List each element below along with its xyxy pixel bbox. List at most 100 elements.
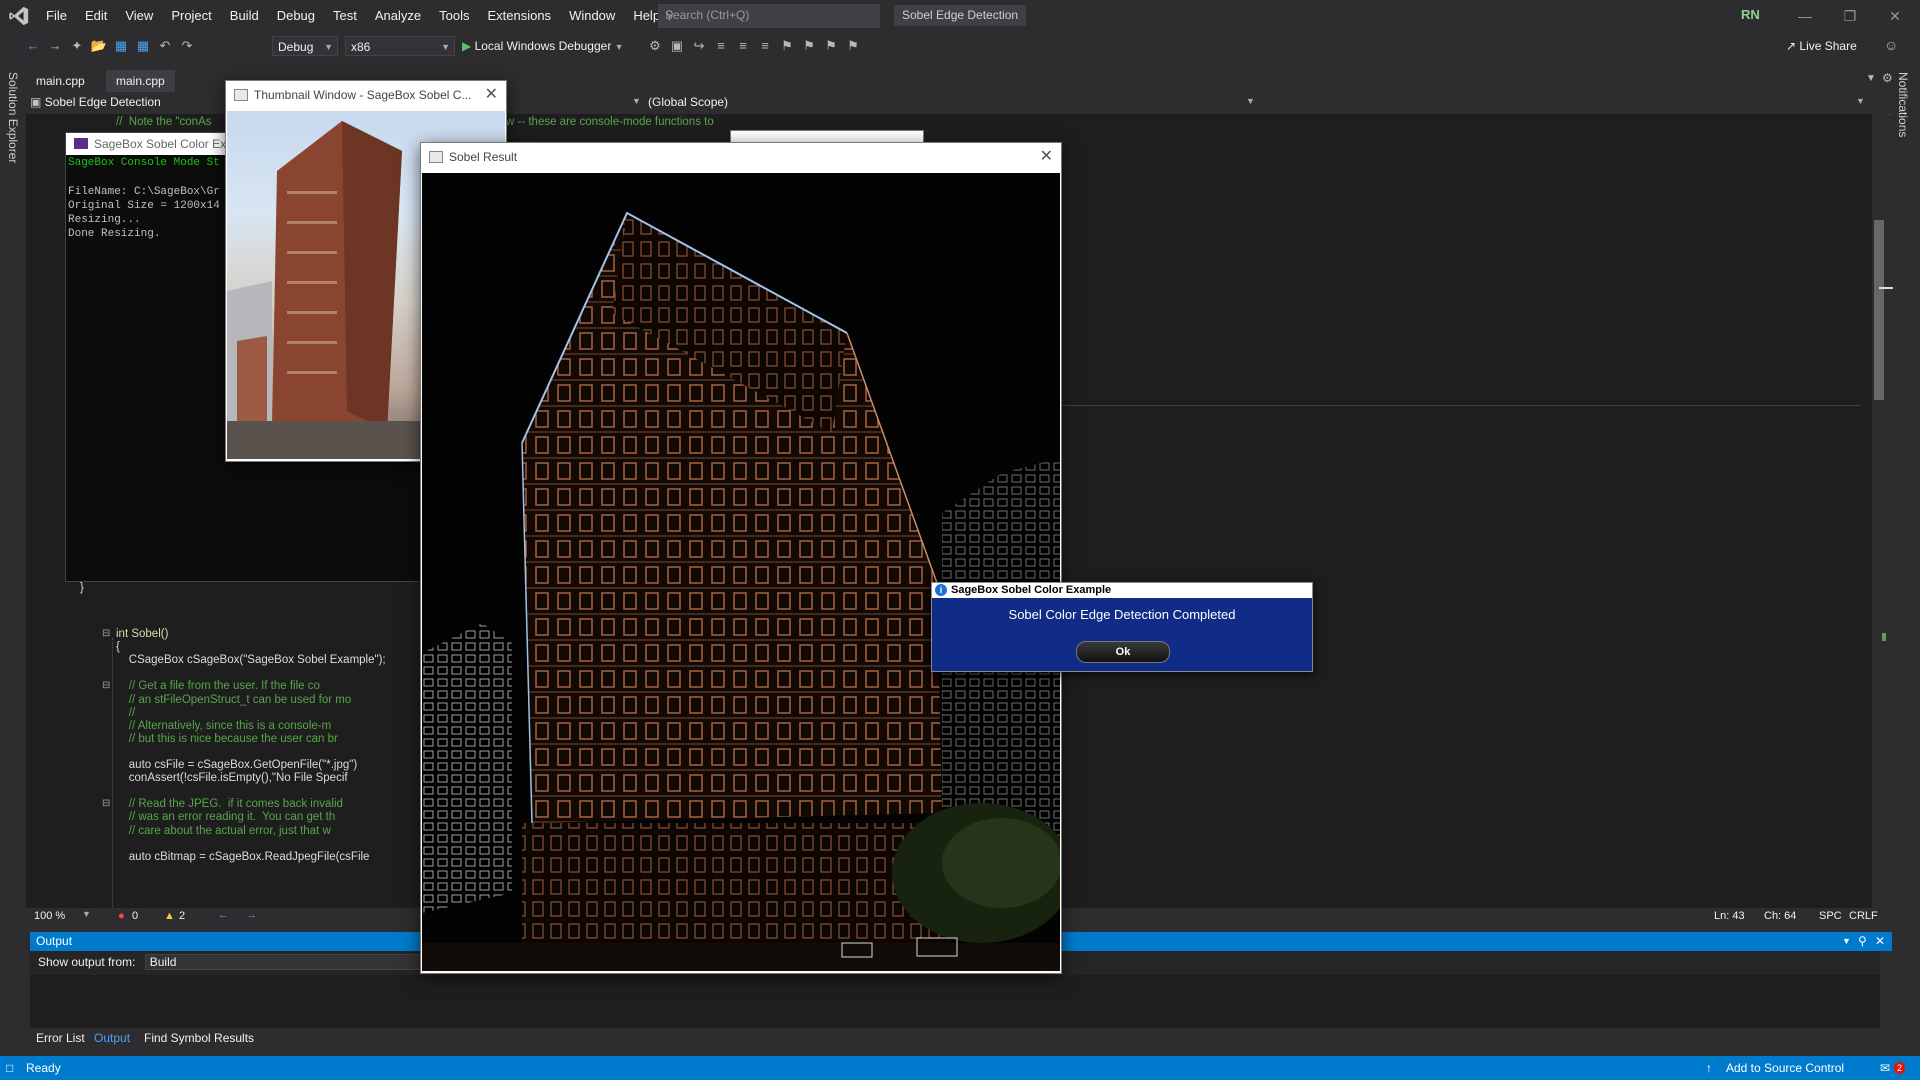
search-input[interactable]: Search (Ctrl+Q) ⚲	[658, 4, 880, 28]
screenshot-icon[interactable]: ▣	[668, 37, 686, 55]
close-icon[interactable]: ✕	[1040, 143, 1053, 171]
configuration-select[interactable]: Debug ▼	[272, 36, 338, 56]
restore-icon[interactable]: ❐	[1830, 4, 1870, 28]
start-debugging-button[interactable]: ▶ Local Windows Debugger ▼	[462, 36, 624, 56]
feedback-icon[interactable]: ☺	[1884, 37, 1898, 53]
completion-dialog[interactable]: i SageBox Sobel Color Example Sobel Colo…	[931, 582, 1313, 672]
menu-test[interactable]: Test	[324, 0, 366, 31]
fold-icon[interactable]: ⊟	[102, 798, 110, 809]
save-icon[interactable]: ▦	[112, 37, 130, 55]
line-number: Ln: 43	[1714, 910, 1745, 922]
platform-select[interactable]: x86 ▼	[345, 36, 455, 56]
search-icon[interactable]: ⚲	[665, 8, 873, 22]
settings-icon[interactable]: ⚙	[1882, 71, 1893, 85]
tab-error-list[interactable]: Error List	[36, 1031, 85, 1045]
project-dropdown[interactable]: ▣ Sobel Edge Detection	[30, 95, 161, 109]
indent-mode[interactable]: SPC	[1819, 910, 1842, 922]
menu-tools[interactable]: Tools	[430, 0, 478, 31]
warning-icon: ▲	[164, 910, 175, 922]
solution-explorer-tab[interactable]: Solution Explorer	[6, 72, 20, 163]
new-project-icon[interactable]: ✦	[68, 37, 86, 55]
fold-icon[interactable]: ⊟	[102, 628, 110, 639]
window-icon	[429, 151, 443, 163]
play-icon: ▶	[462, 39, 472, 53]
indent-icon[interactable]: ≡	[712, 37, 730, 55]
notifications-tab[interactable]: Notifications	[1896, 72, 1910, 137]
menu-view[interactable]: View	[116, 0, 162, 31]
fold-icon[interactable]: ⊟	[102, 680, 110, 691]
close-icon[interactable]: ✕	[485, 81, 498, 109]
code-line: {	[116, 641, 120, 654]
scrollbar-thumb[interactable]	[1874, 220, 1884, 400]
share-icon: ↗	[1786, 39, 1797, 53]
output-text[interactable]	[30, 975, 1880, 1031]
window-icon	[234, 89, 248, 101]
tab-list-icon[interactable]: ▼	[1866, 73, 1876, 84]
add-to-source-control-button[interactable]: Add to Source Control	[1726, 1056, 1844, 1080]
redo-icon[interactable]: ↷	[178, 37, 196, 55]
menu-extensions[interactable]: Extensions	[478, 0, 560, 31]
notification-bell-icon[interactable]: ✉	[1880, 1056, 1890, 1080]
menu-window[interactable]: Window	[560, 0, 624, 31]
panel-menu-icon[interactable]: ▼	[1842, 932, 1851, 951]
attach-icon[interactable]: ⚙	[646, 37, 664, 55]
left-tool-rail	[0, 61, 26, 1056]
step-icon[interactable]: ↪	[690, 37, 708, 55]
live-share-button[interactable]: ↗ Live Share	[1786, 39, 1857, 53]
ok-button[interactable]: Ok	[1076, 641, 1170, 663]
error-icon: ●	[118, 910, 125, 922]
sobel-edge-graphic	[422, 173, 1060, 971]
previous-issue-icon[interactable]: ←	[218, 909, 229, 921]
sobel-title-bar[interactable]: Sobel Result ✕	[421, 143, 1061, 171]
back-icon[interactable]: ←	[24, 37, 42, 55]
line-endings[interactable]: CRLF	[1849, 910, 1878, 922]
change-marker	[1882, 633, 1886, 641]
next-issue-icon[interactable]: →	[246, 909, 257, 921]
menu-edit[interactable]: Edit	[76, 0, 116, 31]
error-count[interactable]: 0	[132, 910, 138, 922]
menu-build[interactable]: Build	[221, 0, 268, 31]
tab-main-cpp-1[interactable]: main.cpp	[26, 70, 95, 92]
outdent-icon[interactable]: ≡	[734, 37, 752, 55]
sobel-result-window[interactable]: Sobel Result ✕	[420, 142, 1062, 974]
dialog-title-bar[interactable]: i SageBox Sobel Color Example	[932, 583, 1312, 598]
tab-output[interactable]: Output	[94, 1031, 130, 1045]
undo-icon[interactable]: ↶	[156, 37, 174, 55]
comment-icon[interactable]: ≡	[756, 37, 774, 55]
minimize-icon[interactable]: —	[1785, 4, 1825, 28]
thumbnail-title-bar[interactable]: Thumbnail Window - SageBox Sobel C... ✕	[226, 81, 506, 109]
close-icon[interactable]: ✕	[1875, 4, 1915, 28]
console-title: SageBox Sobel Color Exa	[94, 137, 233, 151]
next-bookmark-icon[interactable]: ⚑	[822, 37, 840, 55]
tab-find-symbol-results[interactable]: Find Symbol Results	[144, 1031, 254, 1045]
clear-bookmarks-icon[interactable]: ⚑	[844, 37, 862, 55]
code-line: // was an error reading it. You can get …	[116, 811, 336, 824]
code-line: // Read the JPEG. if it comes back inval…	[116, 798, 343, 811]
user-avatar[interactable]: RN	[1741, 7, 1760, 22]
chevron-down-icon: ▼	[614, 42, 624, 52]
standard-toolbar: ← → ✦ 📂 ▦ ▦ ↶ ↷ Debug ▼ x86 ▼ ▶ Local Windows Deb…	[0, 31, 1920, 61]
tab-main-cpp-2[interactable]: main.cpp	[106, 70, 175, 92]
sobel-edge-image	[422, 173, 1060, 971]
split-line	[1061, 405, 1861, 406]
scroll-marker	[1879, 287, 1893, 289]
pin-icon[interactable]: ⚲	[1858, 932, 1867, 951]
save-all-icon[interactable]: ▦	[134, 37, 152, 55]
forward-icon[interactable]: →	[46, 37, 64, 55]
menu-project[interactable]: Project	[162, 0, 220, 31]
bookmark-icon[interactable]: ⚑	[778, 37, 796, 55]
scope-dropdown[interactable]: (Global Scope)	[648, 95, 728, 109]
zoom-level[interactable]: 100 %	[34, 910, 65, 922]
status-bar: □ Ready ↑ Add to Source Control ✉ 2	[0, 1056, 1920, 1080]
menu-debug[interactable]: Debug	[268, 0, 324, 31]
arrow-up-icon: ↑	[1706, 1061, 1712, 1075]
prev-bookmark-icon[interactable]: ⚑	[800, 37, 818, 55]
warning-count[interactable]: 2	[179, 910, 185, 922]
menu-file[interactable]: File	[37, 0, 76, 31]
code-line: // an stFileOpenStruct_t can be used for…	[116, 693, 352, 706]
close-icon[interactable]: ✕	[1875, 932, 1885, 951]
open-file-icon[interactable]: 📂	[90, 37, 108, 55]
menu-bar: File Edit View Project Build Debug Test Analyze…	[37, 0, 669, 31]
menu-analyze[interactable]: Analyze	[366, 0, 430, 31]
column-number: Ch: 64	[1764, 910, 1797, 922]
